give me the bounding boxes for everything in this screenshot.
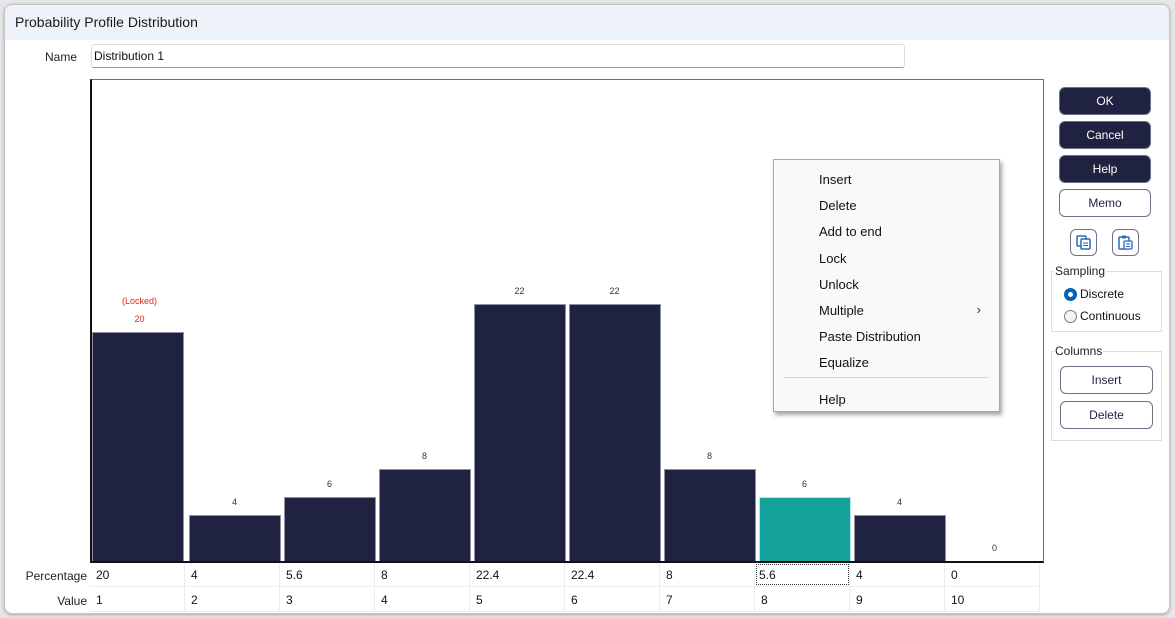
bar[interactable] — [853, 515, 946, 561]
sampling-option-discrete[interactable]: Discrete — [1064, 286, 1124, 302]
context-menu: Insert Delete Add to end Lock Unlock Multiple… — [773, 159, 1000, 412]
percentage-cell[interactable]: 8 — [375, 563, 470, 586]
cancel-button[interactable]: Cancel — [1059, 121, 1151, 149]
bar-label: 6 — [801, 478, 807, 489]
bar[interactable] — [188, 515, 281, 561]
menu-item-delete[interactable]: Delete — [776, 194, 997, 218]
ok-button[interactable]: OK — [1059, 87, 1151, 115]
menu-item-label: Insert — [819, 172, 852, 187]
percentage-cell[interactable]: 5.6 — [755, 563, 850, 586]
window-title: Probability Profile Distribution — [15, 14, 198, 30]
percentage-cell[interactable]: 8 — [660, 563, 755, 586]
menu-item-lock[interactable]: Lock — [776, 247, 997, 271]
paste-distribution-button[interactable] — [1112, 229, 1139, 256]
percentage-cell[interactable]: 4 — [185, 563, 280, 586]
menu-item-label: Lock — [819, 250, 847, 266]
radio-unselected-icon — [1064, 309, 1077, 323]
sampling-legend: Sampling — [1054, 264, 1107, 278]
value-cell[interactable]: 6 — [565, 588, 660, 611]
menu-item-label: Delete — [819, 198, 857, 214]
menu-item-unlock[interactable]: Unlock — [776, 273, 997, 297]
menu-item-help[interactable]: Help — [776, 388, 997, 412]
copy-icon — [1076, 235, 1091, 250]
locked-label: (Locked) — [121, 295, 157, 306]
help-button[interactable]: Help — [1059, 155, 1151, 183]
bar-selected[interactable] — [758, 496, 851, 561]
bar[interactable] — [473, 304, 566, 561]
sampling-option-label: Continuous — [1080, 309, 1141, 323]
copy-distribution-button[interactable] — [1070, 229, 1097, 256]
value-cell[interactable]: 2 — [185, 588, 280, 611]
menu-item-add-to-end[interactable]: Add to end — [776, 220, 997, 244]
menu-item-label: Help — [819, 392, 846, 407]
value-row: 1 2 3 4 5 6 7 8 9 10 — [90, 588, 1040, 612]
value-cell[interactable]: 9 — [850, 588, 945, 611]
value-cell[interactable]: 4 — [375, 588, 470, 611]
percentage-cell[interactable]: 5.6 — [280, 563, 375, 586]
delete-column-button[interactable]: Delete — [1060, 401, 1153, 429]
menu-item-label: Unlock — [819, 276, 859, 292]
bar[interactable] — [663, 469, 756, 561]
menu-item-equalize[interactable]: Equalize — [776, 351, 997, 375]
bar-label: 22 — [609, 286, 620, 297]
menu-item-label: Equalize — [819, 355, 869, 371]
menu-item-multiple[interactable]: Multiple › — [776, 299, 997, 323]
columns-legend: Columns — [1054, 344, 1104, 358]
value-cell[interactable]: 5 — [470, 588, 565, 611]
percentage-cell[interactable]: 22.4 — [470, 563, 565, 586]
menu-item-label: Paste Distribution — [819, 329, 921, 345]
name-input[interactable] — [91, 44, 905, 68]
value-cell[interactable]: 8 — [755, 588, 850, 611]
menu-item-paste-distribution[interactable]: Paste Distribution — [776, 325, 997, 349]
menu-item-label: Add to end — [819, 224, 882, 240]
bar-label: 0 — [991, 543, 997, 553]
bar[interactable] — [283, 496, 376, 561]
bar-label: 20 — [134, 313, 145, 324]
dialog-window: Probability Profile Distribution Name 20… — [4, 4, 1170, 614]
bar[interactable] — [92, 331, 184, 561]
sampling-option-label: Discrete — [1080, 287, 1125, 301]
radio-selected-icon — [1064, 287, 1077, 301]
title-bar: Probability Profile Distribution — [5, 5, 1169, 40]
percentage-cell[interactable]: 20 — [90, 563, 185, 586]
sampling-option-continuous[interactable]: Continuous — [1064, 308, 1141, 324]
chevron-right-icon: › — [976, 302, 981, 317]
value-cell[interactable]: 1 — [90, 588, 185, 611]
value-cell[interactable]: 10 — [945, 588, 1040, 611]
sampling-group: Sampling Discrete Continuous — [1051, 264, 1162, 332]
bar-label: 8 — [421, 451, 427, 462]
bar[interactable] — [378, 469, 471, 561]
bar-label: 22 — [514, 286, 525, 297]
paste-icon — [1118, 235, 1133, 250]
insert-column-button[interactable]: Insert — [1060, 366, 1153, 394]
value-row-label: Value — [57, 594, 87, 608]
value-cell[interactable]: 3 — [280, 588, 375, 611]
menu-item-label: Multiple — [819, 303, 864, 318]
bar[interactable] — [568, 304, 661, 561]
percentage-row: 20 4 5.6 8 22.4 22.4 8 5.6 4 0 — [90, 563, 1040, 587]
bar-label: 4 — [231, 497, 237, 508]
bar-label: 8 — [706, 451, 712, 462]
name-label: Name — [44, 50, 77, 64]
percentage-cell[interactable]: 4 — [850, 563, 945, 586]
value-cell[interactable]: 7 — [660, 588, 755, 611]
menu-separator — [784, 377, 989, 378]
menu-item-insert[interactable]: Insert — [776, 168, 997, 192]
columns-group: Columns Insert Delete — [1051, 344, 1162, 441]
bar-label: 4 — [896, 497, 902, 508]
percentage-cell[interactable]: 22.4 — [565, 563, 660, 586]
memo-button[interactable]: Memo — [1059, 189, 1151, 217]
percentage-row-label: Percentage — [25, 569, 87, 583]
percentage-cell[interactable]: 0 — [945, 563, 1040, 586]
bar-label: 6 — [326, 478, 332, 489]
